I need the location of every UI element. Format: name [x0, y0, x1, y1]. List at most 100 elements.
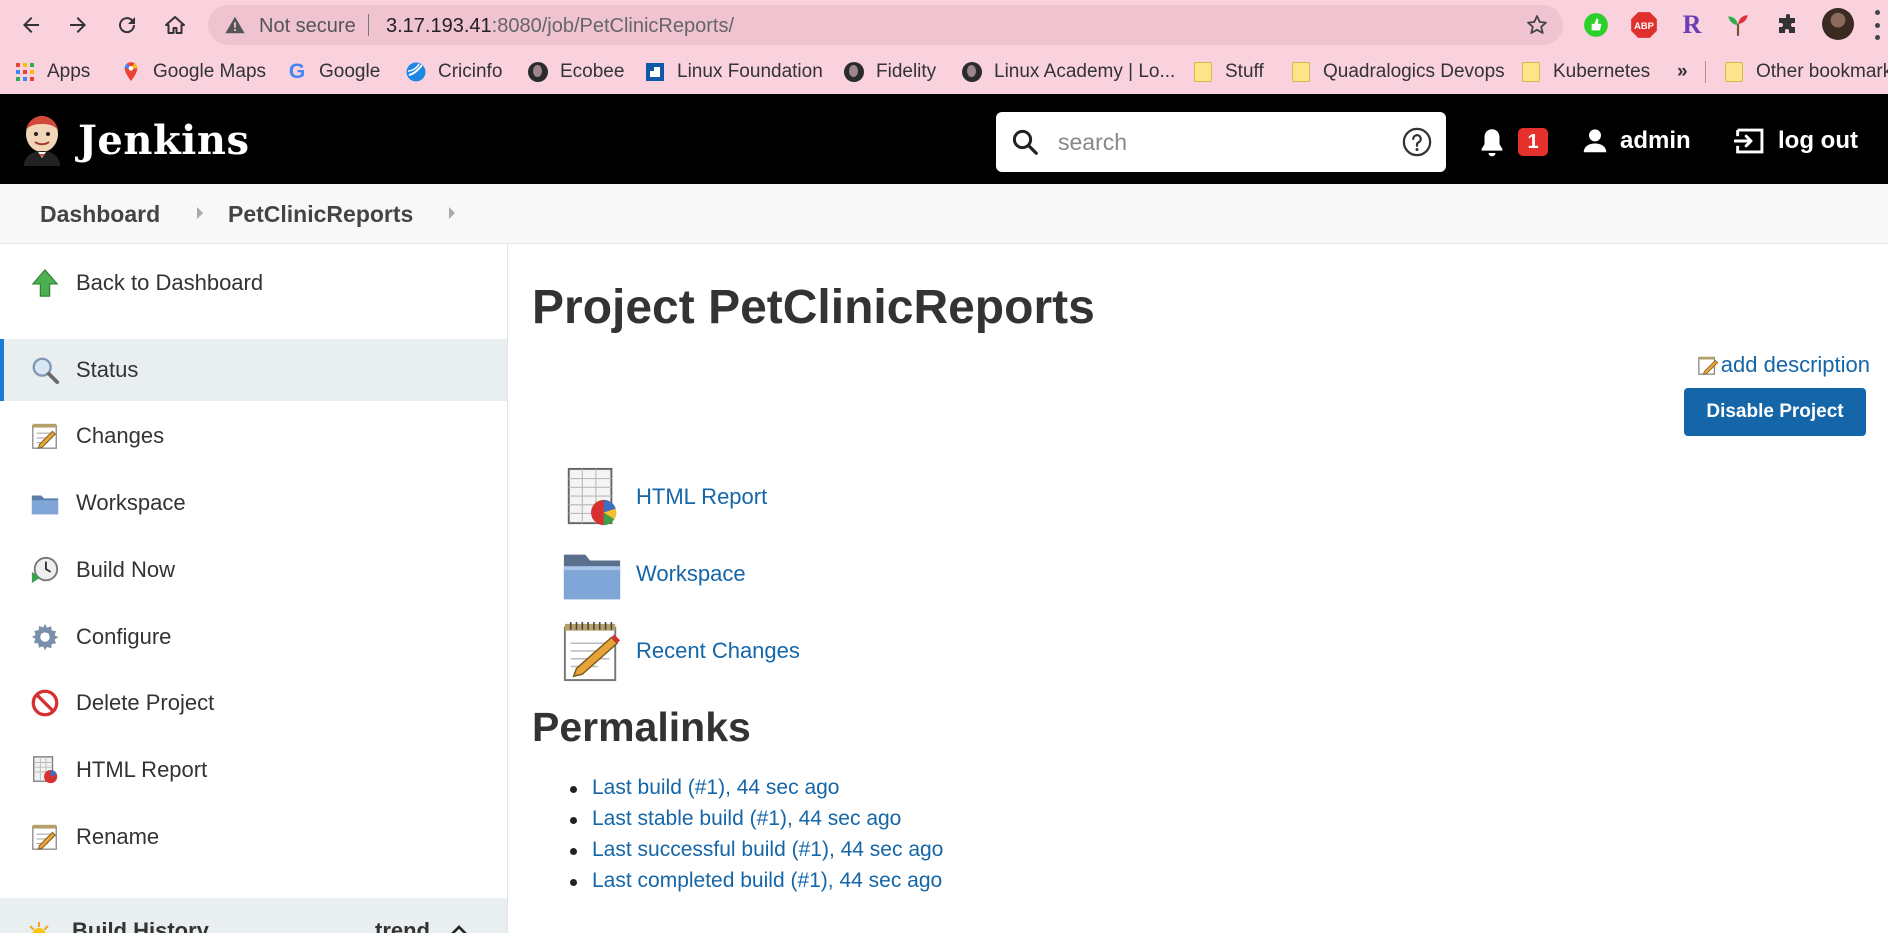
permalink-last-stable-build[interactable]: Last stable build (#1), 44 sec ago: [570, 807, 943, 838]
address-bar[interactable]: Not secure 3.17.193.41:8080/job/PetClini…: [208, 5, 1563, 45]
link-recent-changes[interactable]: Recent Changes: [560, 618, 800, 684]
task-html-report[interactable]: HTML Report: [0, 739, 507, 801]
task-label: Changes: [76, 423, 165, 448]
home-icon[interactable]: [158, 8, 192, 42]
notepad-icon: [28, 419, 62, 453]
folder-icon: [560, 542, 624, 606]
folder-icon: [1723, 61, 1745, 83]
breadcrumb-petclinicreports[interactable]: PetClinicReports: [228, 201, 413, 228]
bookmark-label: Stuff: [1225, 61, 1264, 82]
bookmark-linux-foundation[interactable]: Linux Foundation: [644, 59, 823, 85]
notification-count-badge[interactable]: 1: [1518, 128, 1548, 156]
task-build-now[interactable]: Build Now: [0, 539, 507, 601]
bookmark-label: Linux Foundation: [677, 61, 823, 82]
permalink-last-completed-build[interactable]: Last completed build (#1), 44 sec ago: [570, 869, 943, 900]
breadcrumb-dashboard[interactable]: Dashboard: [40, 201, 160, 228]
address-divider: [368, 14, 369, 36]
link-workspace[interactable]: Workspace: [560, 541, 746, 607]
bookmark-fidelity[interactable]: Fidelity: [843, 59, 936, 85]
bookmark-folder-stuff[interactable]: Stuff: [1192, 59, 1264, 85]
jenkins-header: Jenkins 1 admin log out: [0, 94, 1888, 184]
bookmarks-overflow-button[interactable]: »: [1677, 59, 1688, 85]
breadcrumb: Dashboard PetClinicReports: [0, 184, 1888, 244]
task-back-to-dashboard[interactable]: Back to Dashboard: [0, 252, 507, 314]
r-extension-label: R: [1682, 10, 1702, 39]
bookmark-other-bookmarks[interactable]: Other bookmarks: [1723, 59, 1888, 85]
bookmark-folder-quadralogics[interactable]: Quadralogics Devops: [1290, 59, 1505, 85]
task-rename[interactable]: Rename: [0, 806, 507, 868]
username: admin: [1620, 127, 1691, 154]
build-history-header[interactable]: Build History trend: [0, 898, 507, 933]
bookmarks-bar: Apps Google Maps G Google Cricinfo Ecobe…: [0, 50, 1888, 94]
plant-extension-icon[interactable]: [1722, 9, 1754, 41]
main-panel: Project PetClinicReports add description…: [532, 244, 1872, 933]
permalinks-heading: Permalinks: [532, 704, 751, 750]
logout-link[interactable]: log out: [1734, 124, 1858, 158]
profile-avatar[interactable]: [1822, 8, 1854, 40]
notepad-icon: [28, 820, 62, 854]
task-label: HTML Report: [76, 757, 208, 782]
bookmark-label: Kubernetes: [1553, 61, 1651, 82]
disable-project-button[interactable]: Disable Project: [1684, 388, 1866, 436]
folder-icon: [1290, 61, 1312, 83]
magnifier-icon: [28, 353, 62, 387]
task-label: Back to Dashboard: [76, 270, 264, 295]
task-workspace[interactable]: Workspace: [0, 472, 507, 534]
task-changes[interactable]: Changes: [0, 405, 507, 467]
folder-icon: [1520, 61, 1542, 83]
bookmark-folder-kubernetes[interactable]: Kubernetes: [1520, 59, 1650, 85]
chevron-up-icon[interactable]: [448, 922, 470, 933]
add-description-link[interactable]: add description: [1697, 352, 1870, 378]
task-status[interactable]: Status: [0, 339, 507, 401]
clock-play-icon: [28, 553, 62, 587]
forward-arrow-icon[interactable]: [61, 8, 95, 42]
adblock-plus-icon[interactable]: ABP: [1628, 9, 1660, 41]
task-configure[interactable]: Configure: [0, 606, 507, 668]
edit-note-icon: [1697, 356, 1718, 375]
extensions-puzzle-icon[interactable]: [1772, 9, 1804, 41]
jenkins-home-link[interactable]: Jenkins: [20, 114, 249, 166]
back-arrow-icon[interactable]: [14, 8, 48, 42]
search-input[interactable]: [1058, 124, 1378, 160]
permalink-last-build[interactable]: Last build (#1), 44 sec ago: [570, 776, 943, 807]
url-path: :8080/job/PetClinicReports/: [491, 15, 735, 37]
warning-icon: [225, 16, 245, 34]
bookmark-google-maps[interactable]: Google Maps: [120, 59, 266, 85]
build-history-trend-link[interactable]: trend: [375, 918, 430, 933]
bookmark-linux-academy[interactable]: Linux Academy | Lo...: [961, 59, 1175, 85]
user-menu[interactable]: admin: [1580, 124, 1691, 158]
task-label: Configure: [76, 624, 172, 649]
folder-icon: [1192, 61, 1214, 83]
thumbs-up-extension-icon[interactable]: [1580, 9, 1612, 41]
google-maps-icon: [120, 61, 142, 83]
breadcrumb-chevron-icon[interactable]: [197, 207, 203, 219]
reload-icon[interactable]: [110, 8, 144, 42]
task-label: Status: [76, 357, 139, 382]
help-icon[interactable]: [1402, 127, 1432, 157]
bookmark-google[interactable]: G Google: [286, 59, 380, 85]
apps-grid-icon: [14, 61, 36, 83]
r-extension-icon[interactable]: R: [1676, 9, 1708, 41]
folder-icon: [28, 486, 62, 520]
task-delete-project[interactable]: Delete Project: [0, 672, 507, 734]
permalink-last-successful-build[interactable]: Last successful build (#1), 44 sec ago: [570, 838, 943, 869]
link-html-report[interactable]: HTML Report: [560, 464, 767, 530]
bookmark-label: Ecobee: [560, 61, 625, 82]
browser-menu-icon[interactable]: [1872, 10, 1882, 40]
task-label: Build Now: [76, 557, 176, 582]
breadcrumb-chevron-icon[interactable]: [449, 207, 455, 219]
bookmark-label: Linux Academy | Lo...: [994, 61, 1176, 82]
permalinks-list: Last build (#1), 44 sec ago Last stable …: [570, 776, 943, 900]
not-secure-label: Not secure: [259, 15, 356, 37]
bookmark-cricinfo[interactable]: Cricinfo: [405, 59, 502, 85]
task-label: Workspace: [76, 490, 186, 515]
bookmark-label: Google: [319, 61, 381, 82]
bookmark-star-icon[interactable]: [1525, 13, 1549, 37]
notifications-bell-icon[interactable]: [1478, 127, 1506, 157]
globe-icon: [961, 61, 983, 83]
report-icon: [560, 465, 624, 529]
arrow-up-icon: [28, 266, 62, 300]
bookmark-ecobee[interactable]: Ecobee: [527, 59, 624, 85]
bookmark-apps[interactable]: Apps: [14, 59, 90, 85]
link-label: Workspace: [636, 561, 746, 586]
